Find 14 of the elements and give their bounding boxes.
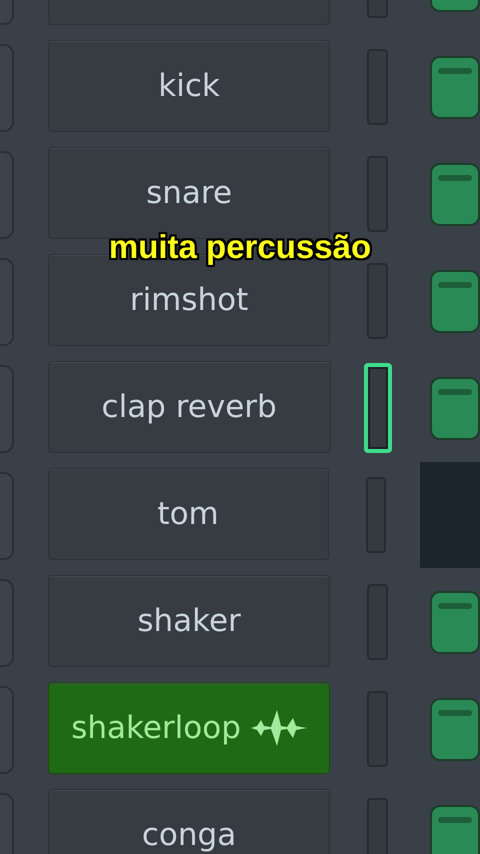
waveform-icon [250, 710, 307, 746]
step-pad[interactable] [430, 377, 480, 440]
channel-button[interactable]: kick [48, 40, 330, 132]
step-pad[interactable] [430, 270, 480, 333]
channel-button[interactable]: clap reverb [48, 361, 331, 453]
step-pad[interactable] [430, 56, 480, 119]
channel-button[interactable]: shaker [48, 575, 330, 667]
step-pad[interactable] [430, 591, 480, 654]
channel-button[interactable]: shakerloop [48, 682, 330, 774]
step-pad[interactable] [430, 805, 480, 854]
channel-button[interactable]: tom [48, 468, 329, 560]
step-pad[interactable] [430, 163, 480, 226]
step-pad[interactable] [430, 698, 480, 761]
channel-button[interactable]: conga [48, 789, 330, 854]
